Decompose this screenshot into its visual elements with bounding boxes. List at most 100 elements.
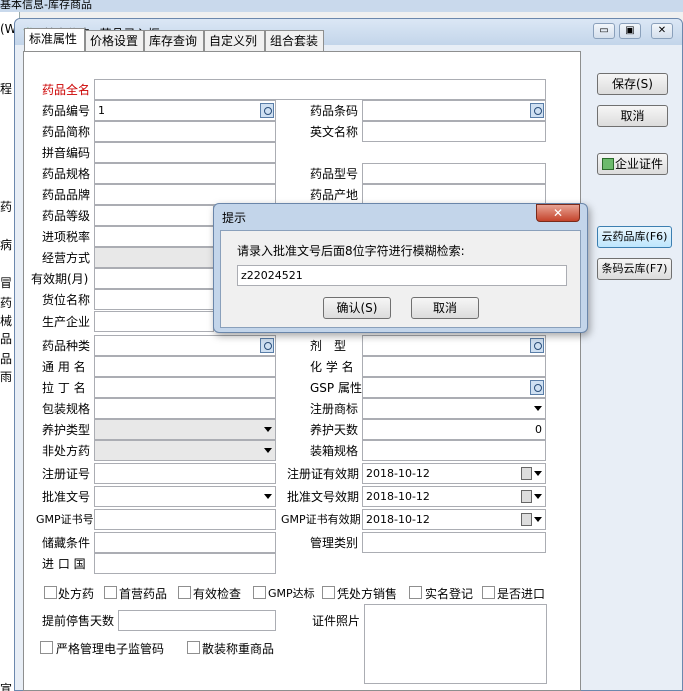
manufacturer-input[interactable] (94, 311, 214, 332)
full-name-input[interactable] (94, 79, 546, 100)
imported-checkbox[interactable] (482, 586, 495, 599)
gmp-no-input[interactable] (94, 509, 276, 530)
lookup-icon[interactable] (530, 338, 544, 353)
chevron-down-icon[interactable] (534, 494, 542, 499)
close-button[interactable]: ✕ (651, 23, 673, 39)
tax-input[interactable] (94, 226, 214, 247)
approval-expiry-date[interactable]: 2018-10-12 (362, 486, 546, 507)
chevron-down-icon (534, 406, 542, 411)
real-name-checkbox[interactable] (409, 586, 422, 599)
english-name-input[interactable] (362, 121, 546, 142)
prescription-checkbox[interactable] (44, 586, 57, 599)
location-input[interactable] (94, 289, 214, 310)
minimize-button[interactable]: ▭ (593, 23, 615, 39)
tab-standard-attributes[interactable]: 标准属性 (24, 28, 85, 52)
dialog-ok-button[interactable]: 确认(S) (323, 297, 391, 319)
dosage-label: 剂 型 (310, 339, 347, 353)
storage-input[interactable] (94, 532, 276, 553)
cancel-button[interactable]: 取消 (597, 105, 668, 127)
lookup-icon[interactable] (530, 380, 544, 395)
chevron-down-icon[interactable] (534, 471, 542, 476)
care-type-label: 养护类型 (42, 423, 91, 437)
certificate-icon (602, 158, 614, 170)
stop-days-label: 提前停售天数 (42, 614, 115, 628)
tab-price-settings[interactable]: 价格设置 (85, 30, 144, 52)
trademark-select[interactable] (362, 398, 546, 419)
reg-expiry-date[interactable]: 2018-10-12 (362, 463, 546, 484)
enterprise-cert-button[interactable]: 企业证件 (597, 153, 668, 175)
short-name-input[interactable] (94, 121, 276, 142)
first-drug-checkbox[interactable] (104, 586, 117, 599)
latin-name-input[interactable] (94, 377, 276, 398)
chevron-down-icon (264, 427, 272, 432)
import-country-input[interactable] (94, 553, 276, 574)
pinyin-input[interactable] (94, 142, 276, 163)
calendar-icon[interactable] (521, 513, 532, 526)
category-input[interactable] (94, 335, 276, 356)
validity-check-checkbox[interactable] (178, 586, 191, 599)
code-input[interactable]: 1 (94, 100, 276, 121)
dialog-title: 提示 (222, 211, 247, 225)
care-type-select[interactable] (94, 419, 276, 440)
chemical-name-label: 化 学 名 (310, 360, 354, 374)
grade-input[interactable] (94, 205, 214, 226)
common-name-input[interactable] (94, 356, 276, 377)
short-name-label: 药品简称 (42, 125, 91, 139)
approval-no-select[interactable] (94, 486, 276, 507)
business-mode-select[interactable] (94, 247, 214, 268)
photo-box[interactable] (364, 604, 547, 684)
rx-sale-checkbox[interactable] (322, 586, 335, 599)
brand-input[interactable] (94, 184, 276, 205)
spec-input[interactable] (94, 163, 276, 184)
full-name-label: 药品全名 (42, 83, 91, 97)
validity-input[interactable] (94, 268, 214, 289)
lookup-icon[interactable] (530, 103, 544, 118)
barcode-input[interactable] (362, 100, 546, 121)
checkbox-label: 凭处方销售 (337, 587, 398, 601)
care-days-input[interactable]: 0 (362, 419, 546, 440)
english-name-label: 英文名称 (310, 125, 359, 139)
mgmt-category-input[interactable] (362, 532, 546, 553)
e-supervision-checkbox[interactable] (40, 641, 53, 654)
stop-days-input[interactable] (118, 610, 276, 631)
gsp-input[interactable] (362, 377, 546, 398)
dialog-cancel-button[interactable]: 取消 (411, 297, 479, 319)
dialog-body: 请录入批准文号后面8位字符进行模糊检索: z22024521 确认(S) 取消 (220, 230, 581, 328)
chevron-down-icon[interactable] (534, 517, 542, 522)
latin-name-label: 拉 丁 名 (42, 381, 86, 395)
package-spec-input[interactable] (94, 398, 276, 419)
tab-custom-columns[interactable]: 自定义列 (204, 30, 265, 52)
chemical-name-input[interactable] (362, 356, 546, 377)
cloud-drug-library-button[interactable]: 云药品库(F6) (597, 226, 672, 248)
otc-select[interactable] (94, 440, 276, 461)
gmp-expiry-value: 2018-10-12 (366, 513, 430, 526)
trademark-label: 注册商标 (310, 402, 359, 416)
lookup-icon[interactable] (260, 103, 274, 118)
otc-label: 非处方药 (42, 444, 91, 458)
dialog-prompt-text: 请录入批准文号后面8位字符进行模糊检索: (237, 244, 465, 258)
model-label: 药品型号 (310, 167, 359, 181)
tab-combo-sets[interactable]: 组合套装 (265, 30, 324, 52)
category-label: 药品种类 (42, 339, 91, 353)
dialog-close-button[interactable]: ✕ (536, 204, 580, 222)
gmp-checkbox[interactable] (253, 586, 266, 599)
tab-inventory-query[interactable]: 库存查询 (144, 30, 204, 52)
calendar-icon[interactable] (521, 467, 532, 480)
box-spec-input[interactable] (362, 440, 546, 461)
origin-input[interactable] (362, 184, 546, 205)
approval-expiry-value: 2018-10-12 (366, 490, 430, 503)
restore-button[interactable]: ▣ (619, 23, 641, 39)
lookup-icon[interactable] (260, 338, 274, 353)
package-spec-label: 包装规格 (42, 402, 91, 416)
gmp-expiry-date[interactable]: 2018-10-12 (362, 509, 546, 530)
dosage-input[interactable] (362, 335, 546, 356)
barcode-cloud-button[interactable]: 条码云库(F7) (597, 258, 672, 280)
save-button[interactable]: 保存(S) (597, 73, 668, 95)
bulk-weigh-checkbox[interactable] (187, 641, 200, 654)
reg-no-input[interactable] (94, 463, 276, 484)
calendar-icon[interactable] (521, 490, 532, 503)
model-input[interactable] (362, 163, 546, 184)
location-label: 货位名称 (42, 293, 91, 307)
checkbox-label: 散装称重商品 (202, 642, 275, 656)
approval-search-input[interactable]: z22024521 (237, 265, 567, 286)
